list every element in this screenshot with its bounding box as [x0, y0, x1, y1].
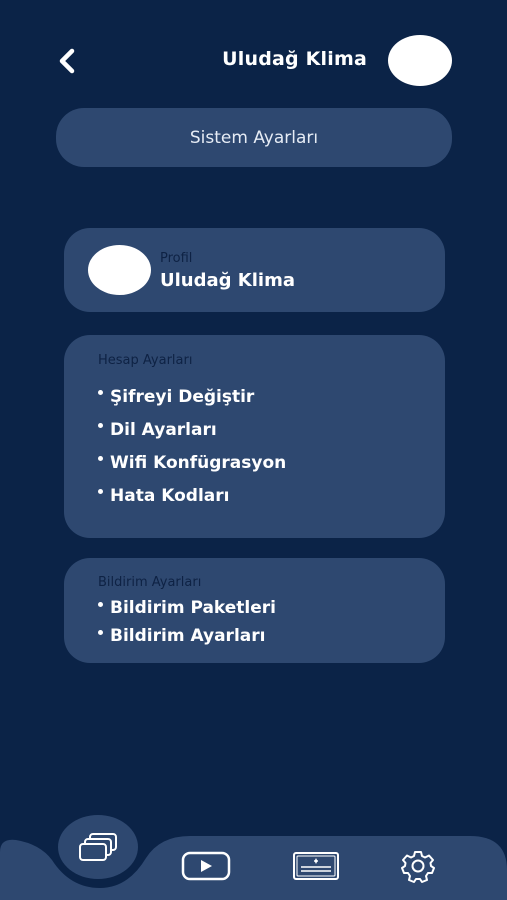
- profile-avatar: [88, 245, 151, 295]
- back-button[interactable]: [52, 44, 82, 78]
- system-settings-button[interactable]: Sistem Ayarları: [56, 108, 452, 167]
- menu-item-label: Bildirim Paketleri: [110, 598, 276, 618]
- menu-item-notification-settings[interactable]: Bildirim Ayarları: [98, 622, 276, 650]
- notification-settings-card: Bildirim Ayarları Bildirim Paketleri Bil…: [64, 558, 445, 663]
- nav-settings-button[interactable]: [392, 848, 444, 884]
- menu-item-change-password[interactable]: Şifreyi Değiştir: [98, 380, 286, 413]
- nav-certificate-button[interactable]: [290, 848, 342, 884]
- avatar[interactable]: [388, 35, 452, 86]
- nav-cards-button[interactable]: [58, 815, 138, 879]
- profile-label: Profil: [160, 251, 193, 266]
- play-icon: [181, 851, 231, 881]
- account-settings-list: Şifreyi Değiştir Dil Ayarları Wifi Konfü…: [98, 380, 286, 512]
- menu-item-wifi-config[interactable]: Wifi Konfügrasyon: [98, 446, 286, 479]
- bullet-icon: [98, 601, 103, 607]
- menu-item-error-codes[interactable]: Hata Kodları: [98, 479, 286, 512]
- profile-name: Uludağ Klima: [160, 270, 295, 291]
- menu-item-label: Hata Kodları: [110, 485, 230, 506]
- menu-item-label: Şifreyi Değiştir: [110, 386, 255, 407]
- chevron-left-icon: [59, 48, 75, 74]
- bullet-icon: [98, 456, 103, 461]
- menu-item-label: Dil Ayarları: [110, 419, 217, 440]
- menu-item-label: Wifi Konfügrasyon: [110, 452, 287, 473]
- menu-item-notification-packages[interactable]: Bildirim Paketleri: [98, 594, 276, 622]
- menu-item-language[interactable]: Dil Ayarları: [98, 413, 286, 446]
- cards-icon: [79, 833, 117, 861]
- notification-settings-list: Bildirim Paketleri Bildirim Ayarları: [98, 594, 276, 650]
- app-header: Uludağ Klima: [0, 0, 507, 110]
- gear-icon: [401, 851, 435, 883]
- bullet-icon: [98, 423, 103, 428]
- notification-settings-title: Bildirim Ayarları: [98, 575, 202, 590]
- profile-card[interactable]: Profil Uludağ Klima: [64, 228, 445, 312]
- certificate-icon: [293, 852, 339, 880]
- menu-item-label: Bildirim Ayarları: [110, 626, 266, 646]
- bullet-icon: [98, 390, 103, 395]
- nav-video-button[interactable]: [180, 848, 232, 884]
- account-settings-card: Hesap Ayarları Şifreyi Değiştir Dil Ayar…: [64, 335, 445, 538]
- account-settings-title: Hesap Ayarları: [98, 353, 193, 368]
- header-title: Uludağ Klima: [222, 48, 367, 70]
- bullet-icon: [98, 629, 103, 635]
- bullet-icon: [98, 489, 103, 494]
